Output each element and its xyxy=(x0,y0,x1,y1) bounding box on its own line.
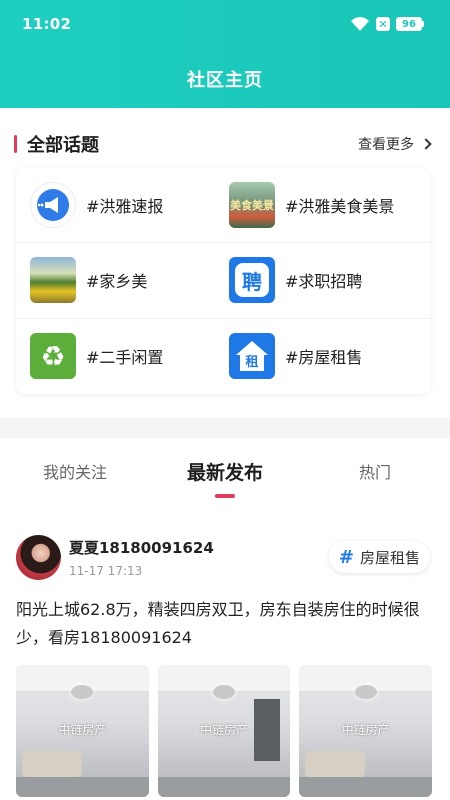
hometown-landscape-icon xyxy=(30,257,76,304)
see-more-link[interactable]: 查看更多 xyxy=(358,134,432,154)
photo-watermark: 中链房产 xyxy=(200,723,249,737)
post-topic-tag[interactable]: # 房屋租售 xyxy=(328,541,430,573)
topics-header: 全部话题 查看更多 xyxy=(14,132,432,156)
megaphone-icon xyxy=(30,182,76,229)
tab-hot[interactable]: 热门 xyxy=(300,438,450,504)
house-rent-icon-text: 租 xyxy=(245,355,258,370)
topic-item-second-hand[interactable]: ♻ #二手闲置 xyxy=(16,319,223,394)
topic-item-hometown[interactable]: #家乡美 xyxy=(16,243,223,319)
tab-latest[interactable]: 最新发布 xyxy=(150,438,300,504)
post-photo[interactable]: 中链房产 xyxy=(299,665,433,797)
feed-section: 我的关注 最新发布 热门 夏夏18180091624 11-17 17:13 #… xyxy=(0,438,450,800)
topic-grid: #洪雅速报 美食美景 #洪雅美食美景 #家乡美 聘 #求职招聘 ♻ #二手闲置 xyxy=(16,168,430,394)
topic-label: #家乡美 xyxy=(86,272,148,292)
see-more-label: 查看更多 xyxy=(358,137,414,153)
recruit-icon-text: 聘 xyxy=(235,263,269,298)
tab-following[interactable]: 我的关注 xyxy=(0,438,150,504)
avatar[interactable] xyxy=(16,534,61,580)
page-title: 社区主页 xyxy=(187,70,263,91)
post-topic-label: 房屋租售 xyxy=(359,548,420,567)
recycle-icon: ♻ xyxy=(30,333,76,380)
section-accent-bar xyxy=(14,135,17,153)
topic-label: #二手闲置 xyxy=(86,348,164,368)
feed-tabs: 我的关注 最新发布 热门 xyxy=(0,438,450,504)
post-content[interactable]: 阳光上城62.8万，精装四房双卫，房东自装房住的时候很少，看房181800916… xyxy=(16,596,434,652)
topic-label: #洪雅速报 xyxy=(86,197,164,217)
topic-label: #房屋租售 xyxy=(285,348,363,368)
status-icons: ✕ 96 xyxy=(350,16,424,32)
topic-item-food-scenery[interactable]: 美食美景 #洪雅美食美景 xyxy=(223,168,430,244)
food-scenery-icon-text: 美食美景 xyxy=(230,199,274,213)
status-time: 11:02 xyxy=(22,15,72,33)
topic-item-news[interactable]: #洪雅速报 xyxy=(16,168,223,244)
battery-icon: 96 xyxy=(396,17,424,31)
post-photo[interactable]: 中链房产 xyxy=(157,665,291,797)
chevron-right-icon xyxy=(420,138,432,150)
food-scenery-icon: 美食美景 xyxy=(229,182,275,229)
app-header: 11:02 ✕ 96 社区主页 xyxy=(0,0,450,108)
hashtag-icon: # xyxy=(338,546,354,568)
topic-item-jobs[interactable]: 聘 #求职招聘 xyxy=(223,243,430,319)
topics-section: 全部话题 查看更多 #洪雅速报 美食美景 #洪雅美食美景 #家乡美 聘 #求职招… xyxy=(0,108,450,418)
battery-level: 96 xyxy=(396,17,422,31)
recruit-icon: 聘 xyxy=(229,257,275,304)
photo-watermark: 中链房产 xyxy=(58,723,107,737)
topic-label: #求职招聘 xyxy=(285,272,363,292)
user-meta: 夏夏18180091624 11-17 17:13 xyxy=(69,537,329,578)
notification-x-icon: ✕ xyxy=(376,17,390,31)
photo-watermark: 中链房产 xyxy=(341,723,390,737)
post-username[interactable]: 夏夏18180091624 xyxy=(69,537,329,558)
topics-title: 全部话题 xyxy=(27,135,99,156)
post-header: 夏夏18180091624 11-17 17:13 # 房屋租售 xyxy=(16,534,430,580)
post-timestamp: 11-17 17:13 xyxy=(69,563,143,578)
house-rent-icon: 租 xyxy=(229,333,275,380)
topic-item-house-rent[interactable]: 租 #房屋租售 xyxy=(223,319,430,394)
post-photo[interactable]: 中链房产 xyxy=(16,665,149,797)
wifi-icon xyxy=(351,17,369,31)
post-photos: 中链房产 中链房产 中链房产 xyxy=(16,665,433,797)
status-bar: 11:02 ✕ 96 xyxy=(22,12,424,36)
topic-label: #洪雅美食美景 xyxy=(285,197,395,217)
